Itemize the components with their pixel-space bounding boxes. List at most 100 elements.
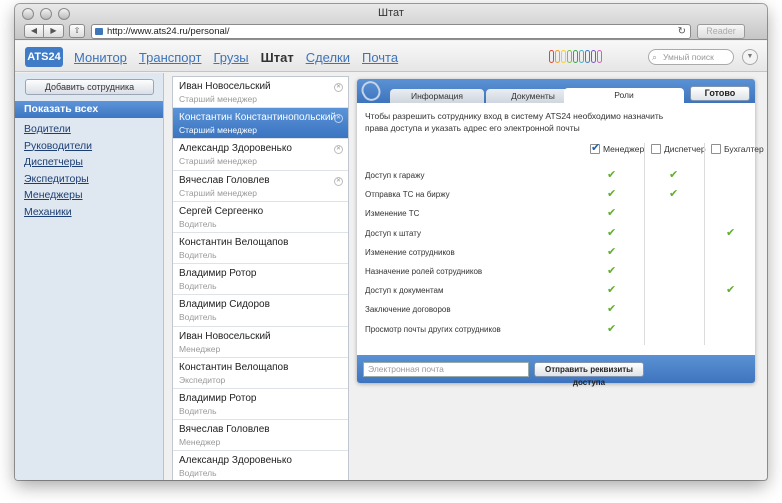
role-checkbox[interactable] <box>711 143 721 154</box>
address-bar[interactable]: http://www.ats24.ru/personal/ ↻ <box>91 24 691 39</box>
employee-row[interactable]: Александр Здоровенько Старший менеджер ✕ <box>173 139 348 171</box>
role-filter-1[interactable]: Руководители <box>24 138 92 155</box>
remove-icon[interactable]: ✕ <box>334 83 343 92</box>
employee-role: Водитель <box>179 249 217 260</box>
employee-name: Владимир Сидоров <box>179 299 270 311</box>
employee-list: Иван Новосельский Старший менеджер ✕ Конста… <box>172 76 349 480</box>
employee-role: Менеджер <box>179 437 221 448</box>
employee-row[interactable]: Иван Новосельский Старший менеджер ✕ <box>173 77 348 109</box>
role-filter-4[interactable]: Менеджеры <box>24 187 92 204</box>
tab-0[interactable]: Информация <box>390 89 484 103</box>
check-icon[interactable]: ✔ <box>607 262 616 281</box>
search-icon: ⌕ <box>652 52 658 62</box>
employee-name: Иван Новосельский <box>179 81 271 92</box>
browser-window: Штат ◀ ▶ ⇧ http://www.ats24.ru/personal/… <box>15 4 767 480</box>
employee-row[interactable]: Константин Велощапов Экспедитор <box>173 358 348 389</box>
employee-row[interactable]: Владимир Сидоров Водитель <box>173 295 348 327</box>
employee-row[interactable]: Владимир Ротор Водитель <box>173 264 348 296</box>
back-arrow-icon[interactable]: ◀ <box>24 24 44 38</box>
check-icon[interactable]: ✔ <box>669 166 678 185</box>
email-placeholder: Электронная почта <box>368 364 444 374</box>
column-divider <box>704 143 705 345</box>
nav-item-5[interactable]: Почта <box>362 50 398 65</box>
employee-row[interactable]: Вячеслав Головлев Менеджер <box>173 420 348 452</box>
role-column-header: Диспетчер <box>651 141 706 156</box>
employee-row[interactable]: Владимир Ротор Водитель <box>173 389 348 421</box>
paperclip-icon[interactable] <box>573 50 578 63</box>
check-icon[interactable]: ✔ <box>607 224 616 243</box>
employee-row[interactable]: Константин Константинопольский Старший ме… <box>173 108 348 140</box>
check-icon[interactable]: ✔ <box>607 243 616 262</box>
employee-row[interactable]: Константин Велощапов Водитель <box>173 233 348 265</box>
forward-arrow-icon[interactable]: ▶ <box>44 24 64 38</box>
send-credentials-button[interactable]: Отправить реквизиты доступа <box>534 362 644 387</box>
card-tab-bar: Информация Документы Роли Готово <box>357 77 755 105</box>
role-column-label: Бухгалтер <box>724 143 764 154</box>
url-text: http://www.ats24.ru/personal/ <box>107 26 230 37</box>
nav-item-2[interactable]: Грузы <box>213 50 248 65</box>
nav-item-3[interactable]: Штат <box>261 50 294 65</box>
paperclip-icon[interactable] <box>591 50 596 63</box>
role-filter-0[interactable]: Водители <box>24 121 92 138</box>
check-icon[interactable]: ✔ <box>607 204 616 223</box>
employee-name: Константин Константинопольский <box>179 112 336 124</box>
paperclip-icon[interactable] <box>567 50 572 63</box>
done-button[interactable]: Готово <box>690 86 750 101</box>
check-icon[interactable]: ✔ <box>669 185 678 204</box>
reload-icon[interactable]: ↻ <box>678 25 686 38</box>
paperclip-icon[interactable] <box>579 50 584 63</box>
check-icon[interactable]: ✔ <box>607 166 616 185</box>
role-column-header: Бухгалтер <box>711 141 764 156</box>
ats24-logo[interactable]: ATS24 <box>25 47 63 67</box>
employee-row[interactable]: Сергей Сергеенко Водитель <box>173 202 348 233</box>
check-icon[interactable]: ✔ <box>607 300 616 319</box>
share-icon[interactable]: ⇧ <box>69 24 85 38</box>
employee-name: Владимир Ротор <box>179 268 257 280</box>
color-tags <box>549 50 602 63</box>
paperclip-icon[interactable] <box>561 50 566 63</box>
role-checkbox[interactable] <box>590 141 600 155</box>
permission-label: Доступ к документам <box>365 286 444 296</box>
employee-role: Водитель <box>179 468 217 479</box>
tab-2[interactable]: Роли <box>564 88 684 103</box>
employee-row[interactable]: Иван Новосельский Менеджер <box>173 327 348 358</box>
check-icon[interactable]: ✔ <box>607 281 616 300</box>
employee-name: Александр Здоровенько <box>179 455 292 467</box>
paperclip-icon <box>358 77 384 105</box>
role-filter-3[interactable]: Экспедиторы <box>24 171 92 188</box>
role-filter-2[interactable]: Диспетчеры <box>24 154 92 171</box>
nav-item-0[interactable]: Монитор <box>74 50 127 65</box>
check-icon[interactable]: ✔ <box>726 224 735 243</box>
role-checkbox[interactable] <box>651 143 661 154</box>
employee-row[interactable]: Вячеслав Головлев Старший менеджер ✕ <box>173 171 348 202</box>
smart-search-input[interactable]: ⌕ Умный поиск <box>648 49 734 65</box>
email-input[interactable]: Электронная почта <box>363 362 529 377</box>
check-icon[interactable]: ✔ <box>607 185 616 204</box>
role-column-label: Менеджер <box>603 143 645 154</box>
nav-item-4[interactable]: Сделки <box>306 50 350 65</box>
add-employee-button[interactable]: Добавить сотрудника <box>25 79 154 95</box>
paperclip-icon[interactable] <box>585 50 590 63</box>
show-all-filter[interactable]: Показать всех <box>15 101 163 118</box>
paperclip-icon[interactable] <box>549 50 554 63</box>
check-icon[interactable]: ✔ <box>607 320 616 339</box>
remove-icon[interactable]: ✕ <box>334 176 343 186</box>
employee-name: Вячеслав Головлев <box>179 174 270 186</box>
role-column-header: Менеджер <box>590 141 644 156</box>
roles-intro-text: Чтобы разрешить сотруднику вход в систем… <box>365 111 664 133</box>
reader-button[interactable]: Reader <box>697 24 745 39</box>
role-filter-5[interactable]: Механики <box>24 204 92 221</box>
employee-role: Водитель <box>179 281 217 292</box>
permission-label: Изменение сотрудников <box>365 247 455 257</box>
app-header: ATS24 Монитор Транспорт Грузы Штат Сделки Поч… <box>15 41 767 72</box>
nav-item-1[interactable]: Транспорт <box>139 50 202 65</box>
paperclip-icon[interactable] <box>597 50 602 63</box>
browser-chrome: Штат ◀ ▶ ⇧ http://www.ats24.ru/personal/… <box>15 4 767 40</box>
employee-role: Менеджер <box>179 343 221 354</box>
check-icon[interactable]: ✔ <box>726 281 735 300</box>
employee-name: Владимир Ротор <box>179 392 257 404</box>
chevron-down-icon[interactable]: ▼ <box>742 49 758 65</box>
employee-row[interactable]: Александр Здоровенько Водитель <box>173 451 348 480</box>
permission-label: Отправка ТС на биржу <box>365 190 450 200</box>
paperclip-icon[interactable] <box>555 50 560 63</box>
